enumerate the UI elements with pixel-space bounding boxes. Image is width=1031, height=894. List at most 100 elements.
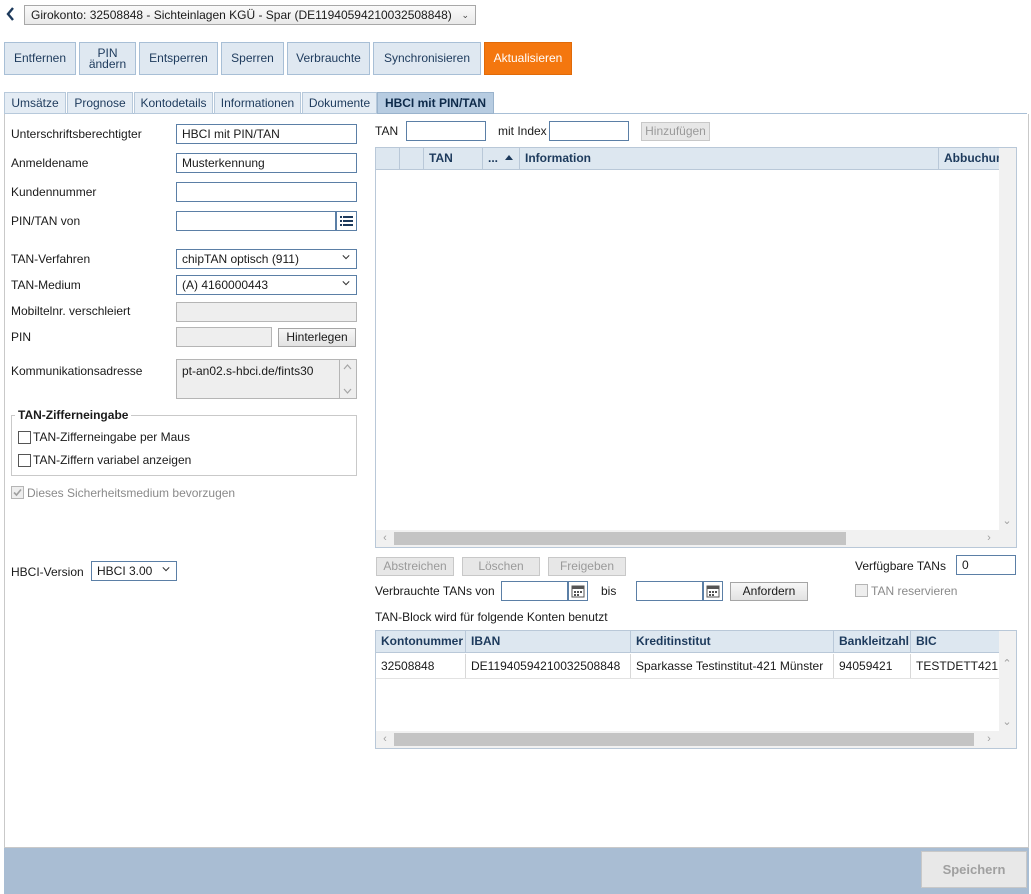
loeschen-button[interactable]: Löschen (462, 557, 540, 576)
scroll-left-icon[interactable]: ‹ (378, 531, 392, 545)
anmeldename-label: Anmeldename (11, 156, 89, 170)
reservieren-checkbox (855, 584, 868, 597)
aktualisieren-label: Aktualisieren (493, 51, 563, 65)
tan-table-col-blank (376, 148, 400, 169)
scroll-down-icon[interactable]: ⌄ (1000, 514, 1014, 528)
tab-hbci-pin-tan[interactable]: HBCI mit PIN/TAN (377, 92, 494, 114)
tan-medium-label: TAN-Medium (11, 278, 81, 292)
unterschrift-label: Unterschriftsberechtigter (11, 127, 142, 141)
speichern-button[interactable]: Speichern (921, 851, 1027, 888)
scroll-right-icon[interactable]: › (982, 732, 996, 746)
tan-verfahren-value: chipTAN optisch (911) (182, 252, 299, 266)
anmeldename-field[interactable]: Musterkennung (176, 153, 357, 173)
kundennummer-field[interactable] (176, 182, 357, 202)
tan-table-hscroll[interactable]: ‹ › (376, 530, 1016, 547)
unterschrift-field[interactable]: HBCI mit PIN/TAN (176, 124, 357, 144)
scroll-up-icon[interactable]: ⌃ (1000, 657, 1014, 671)
calendar-icon[interactable] (568, 581, 588, 601)
tan-verfahren-select[interactable]: chipTAN optisch (911) (176, 249, 357, 269)
tan-input[interactable] (406, 121, 486, 141)
mobil-field (176, 302, 357, 322)
konten-table-hscroll[interactable]: ‹ › (376, 731, 1016, 748)
bevorzugen-checkbox (11, 486, 24, 499)
tab-informationen[interactable]: Informationen (214, 92, 301, 114)
tab-kontodetails[interactable]: Kontodetails (134, 92, 213, 114)
komm-label: Kommunikationsadresse (11, 364, 143, 378)
scroll-right-icon[interactable]: › (982, 531, 996, 545)
komm-scrollbar[interactable] (340, 359, 357, 399)
account-select[interactable]: Girokonto: 32508848 - Sichteinlagen KGÜ … (24, 5, 476, 25)
sperren-button[interactable]: Sperren (221, 42, 284, 75)
aktualisieren-button[interactable]: Aktualisieren (484, 42, 572, 75)
konten-caption: TAN-Block wird für folgende Konten benut… (375, 610, 608, 624)
verfuegbar-label: Verfügbare TANs (855, 559, 946, 573)
ziffer-maus-label: TAN-Zifferneingabe per Maus (33, 430, 190, 444)
tab-umsaetze[interactable]: Umsätze (4, 92, 66, 114)
konten-cell-iban: DE11940594210032508848 (466, 654, 631, 678)
tab-prognose[interactable]: Prognose (67, 92, 133, 114)
tan-table-col-more[interactable]: ... (483, 148, 520, 169)
anfordern-button[interactable]: Anfordern (730, 582, 808, 601)
tab-dokumente[interactable]: Dokumente (302, 92, 377, 114)
abstreichen-button[interactable]: Abstreichen (376, 557, 454, 576)
chevron-down-icon: ⌄ (461, 10, 469, 20)
konten-col-kontonummer[interactable]: Kontonummer (376, 631, 466, 652)
hbci-version-select[interactable]: HBCI 3.00 (91, 561, 177, 581)
tan-table[interactable]: TAN ... Information Abbuchun ⌄ ‹ › (375, 147, 1017, 548)
ziffer-maus-checkbox[interactable] (18, 431, 31, 444)
von-date-input[interactable] (501, 581, 568, 601)
pin-aendern-button[interactable]: PIN ändern (79, 42, 136, 75)
bis-date-input[interactable] (636, 581, 703, 601)
entsperren-label: Entsperren (149, 51, 208, 65)
tan-table-col-abbuchung[interactable]: Abbuchun (939, 148, 999, 169)
tan-table-hscroll-thumb[interactable] (394, 532, 846, 545)
chevron-down-icon (342, 255, 350, 260)
calendar-icon[interactable] (703, 581, 723, 601)
freigeben-button[interactable]: Freigeben (548, 557, 626, 576)
tan-table-col-more-label: ... (488, 151, 499, 165)
ziffer-group-title: TAN-Zifferneingabe (15, 408, 132, 422)
bis-label: bis (601, 584, 617, 598)
row-divider (376, 678, 999, 679)
ziffer-variabel-checkbox[interactable] (18, 454, 31, 467)
synchronisieren-button[interactable]: Synchronisieren (373, 42, 481, 75)
tab-label: Prognose (74, 96, 126, 110)
hinzufuegen-button[interactable]: Hinzufügen (641, 122, 710, 141)
hinterlegen-button[interactable]: Hinterlegen (278, 328, 356, 347)
konten-table-hscroll-thumb[interactable] (394, 733, 974, 746)
konten-table-vscroll[interactable]: ⌃ ⌄ (999, 631, 1016, 731)
hbci-version-label: HBCI-Version (11, 565, 84, 579)
account-select-value: Girokonto: 32508848 - Sichteinlagen KGÜ … (31, 8, 452, 22)
pintan-von-field[interactable] (176, 211, 336, 231)
konten-table[interactable]: Kontonummer IBAN Kreditinstitut Bankleit… (375, 630, 1017, 749)
synchronisieren-label: Synchronisieren (383, 51, 471, 65)
konten-col-kreditinstitut[interactable]: Kreditinstitut (631, 631, 834, 652)
verfuegbar-field[interactable]: 0 (956, 555, 1016, 575)
index-input[interactable] (549, 121, 629, 141)
bevorzugen-label: Dieses Sicherheitsmedium bevorzugen (27, 486, 236, 500)
verbrauchte-von-label: Verbrauchte TANs von (375, 584, 495, 598)
sort-ascending-icon (505, 155, 514, 160)
konten-col-iban[interactable]: IBAN (466, 631, 631, 652)
konten-cell-bankleitzahl: 94059421 (834, 654, 911, 678)
tan-table-col-information[interactable]: Information (520, 148, 939, 169)
konten-table-header: Kontonummer IBAN Kreditinstitut Bankleit… (376, 631, 999, 653)
entfernen-button[interactable]: Entfernen (4, 42, 76, 75)
tab-label: HBCI mit PIN/TAN (384, 96, 487, 110)
tab-label: Kontodetails (140, 96, 207, 110)
konten-col-bankleitzahl[interactable]: Bankleitzahl (834, 631, 911, 652)
back-arrow-icon[interactable] (4, 5, 18, 23)
scroll-left-icon[interactable]: ‹ (378, 732, 392, 746)
konten-col-bic[interactable]: BIC (911, 631, 999, 652)
mobil-label: Mobiltelnr. verschleiert (11, 304, 131, 318)
hbci-version-value: HBCI 3.00 (97, 564, 153, 578)
tan-table-vscroll[interactable]: ⌄ (999, 148, 1016, 530)
reservieren-label: TAN reservieren (871, 584, 958, 598)
verbrauchte-button[interactable]: Verbrauchte (287, 42, 370, 75)
tan-medium-select[interactable]: (A) 4160000443 (176, 275, 357, 295)
scroll-down-icon[interactable]: ⌄ (1000, 715, 1014, 729)
komm-field: pt-an02.s-hbci.de/fints30 (176, 359, 340, 399)
entsperren-button[interactable]: Entsperren (139, 42, 218, 75)
list-picker-icon[interactable] (336, 211, 357, 231)
tan-table-col-tan[interactable]: TAN (424, 148, 483, 169)
